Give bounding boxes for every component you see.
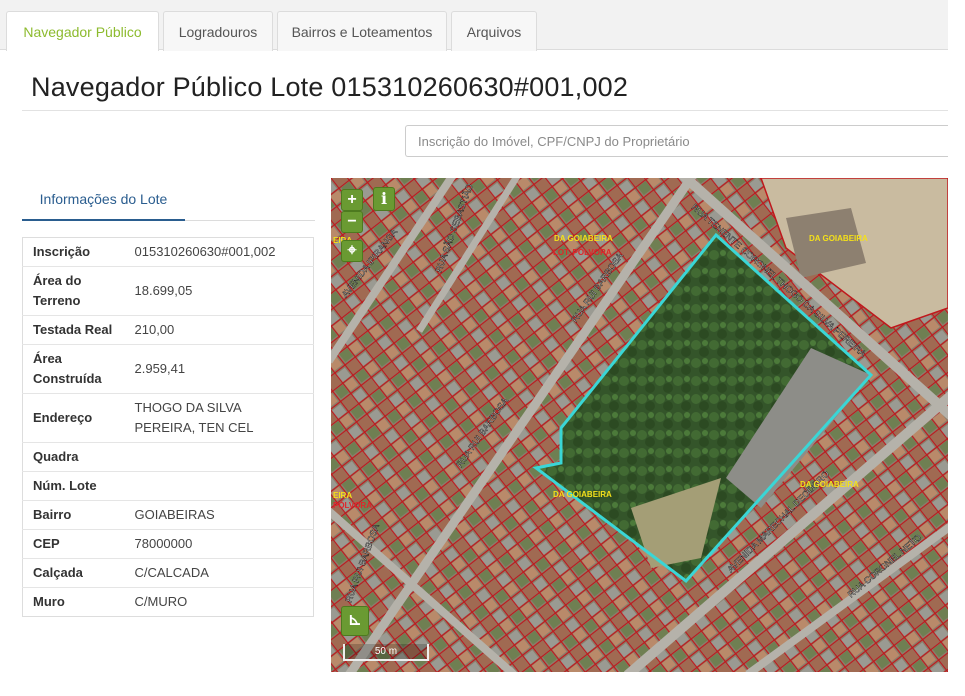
crosshair-icon: ⌖ — [347, 242, 357, 259]
zoom-in-button[interactable]: + — [341, 189, 363, 211]
row-value: C/CALCADA — [126, 558, 314, 588]
ruler-icon: ⊾ — [348, 612, 362, 629]
row-label: Inscrição — [33, 244, 91, 259]
table-row: Área do Terreno 18.699,05 — [22, 266, 314, 316]
row-label: Endereço — [22, 393, 127, 443]
tab-label: Navegador Público — [23, 23, 142, 40]
map-label-goiabeira-3: DA GOIABEIRA — [553, 490, 612, 499]
search-input[interactable] — [405, 125, 948, 157]
row-value: 015310260630#001,002 — [134, 244, 276, 259]
row-value: 78000000 — [126, 529, 314, 559]
table-row: Área Construída 2.959,41 — [22, 344, 314, 394]
tab-arquivos[interactable]: Arquivos — [451, 11, 537, 51]
row-label: Calçada — [22, 558, 127, 588]
tab-label: Bairros e Loteamentos — [291, 23, 433, 40]
map-label-goiabeira-2: DA GOIABEIRA — [809, 234, 868, 243]
table-row: Núm. Lote — [22, 471, 314, 501]
tab-navegador-publico[interactable]: Navegador Público — [6, 11, 159, 51]
info-tab-divider — [185, 220, 315, 221]
satellite-map[interactable]: RUA TENENTE CORONEL THOGO DA SILVA PEREI… — [331, 178, 948, 672]
table-row: Inscrição 015310260630#001,002 — [23, 238, 314, 267]
row-label: CEP — [22, 529, 127, 559]
map-label-eira-2: EIRA — [333, 491, 352, 500]
table-row: Calçada C/CALCADA — [22, 558, 314, 588]
map-label-goiabeira-1: DA GOIABEIRA — [554, 234, 613, 243]
map-label-goiabeira-4: DA GOIABEIRA — [800, 480, 859, 489]
row-value — [126, 471, 314, 501]
info-button[interactable]: i — [373, 187, 395, 211]
locate-button[interactable]: ⌖ — [341, 240, 363, 262]
zoom-out-button[interactable]: − — [341, 211, 363, 233]
table-row: Bairro GOIABEIRAS — [22, 500, 314, 530]
tab-logradouros[interactable]: Logradouros — [163, 11, 273, 51]
row-label: Quadra — [22, 442, 127, 472]
row-value: C/MURO — [126, 587, 314, 617]
row-label: Área Construída — [22, 344, 127, 394]
row-label: Área do Terreno — [22, 266, 127, 316]
table-row: Testada Real 210,00 — [22, 315, 314, 345]
table-row: Muro C/MURO — [22, 587, 314, 617]
table-row: Quadra — [22, 442, 314, 472]
tab-informacoes-lote[interactable]: Informações do Lote — [22, 178, 185, 221]
tab-label: Logradouros — [178, 23, 258, 40]
table-row: Endereço THOGO DA SILVA PEREIRA, TEN CEL — [22, 393, 314, 443]
scale-bar: 50 m — [343, 644, 429, 661]
tab-bar: Navegador Público Logradouros Bairros e … — [0, 0, 948, 51]
table-row: CEP 78000000 — [22, 529, 314, 559]
row-value: THOGO DA SILVA PEREIRA, TEN CEL — [126, 393, 314, 443]
tab-label: Arquivos — [466, 23, 522, 40]
lot-info-table: Inscrição 015310260630#001,002 Área do Te… — [22, 237, 314, 617]
row-value: GOIABEIRAS — [126, 500, 314, 530]
info-tab-label: Informações do Lote — [39, 190, 168, 207]
row-value: 2.959,41 — [126, 344, 314, 394]
measure-button[interactable]: ⊾ — [341, 606, 369, 636]
row-value: 18.699,05 — [126, 266, 314, 316]
page-title: Navegador Público Lote 015310260630#001,… — [31, 72, 629, 102]
row-label: Muro — [22, 587, 127, 617]
row-value: 210,00 — [126, 315, 314, 345]
row-value — [126, 442, 314, 472]
map-view[interactable]: RUA TENENTE CORONEL THOGO DA SILVA PEREI… — [331, 178, 948, 672]
tab-bairros-loteamentos[interactable]: Bairros e Loteamentos — [277, 11, 447, 51]
map-label-polvora: PÓLVORA — [333, 501, 372, 510]
row-label: Testada Real — [22, 315, 127, 345]
row-label: Núm. Lote — [22, 471, 127, 501]
map-label-lot-polvora: LOT. PÓLVORA — [553, 248, 612, 257]
title-divider — [22, 110, 948, 111]
row-label: Bairro — [22, 500, 127, 530]
